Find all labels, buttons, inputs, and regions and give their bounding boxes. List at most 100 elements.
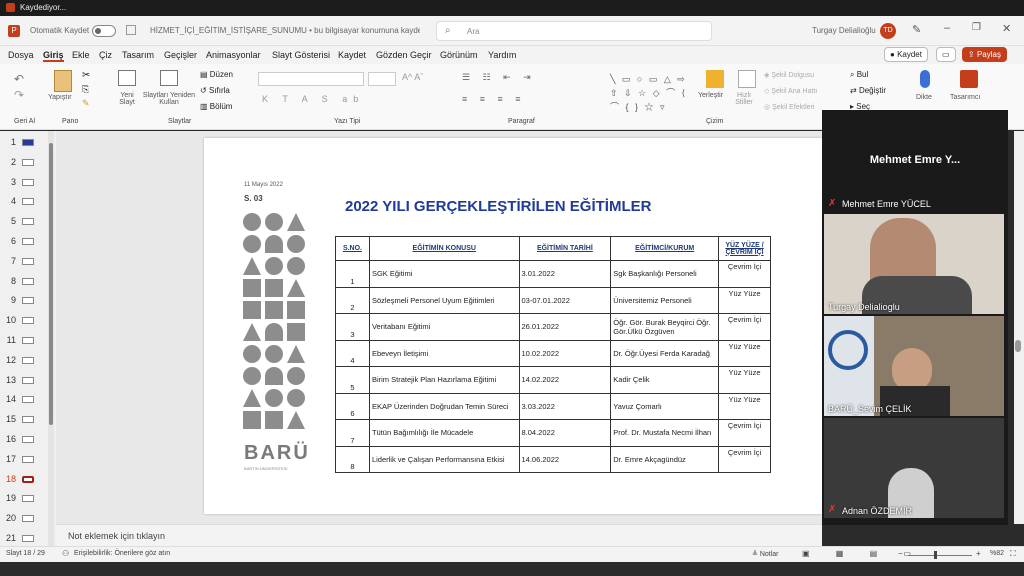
- quick-styles-icon[interactable]: [738, 70, 756, 88]
- font-format-icons[interactable]: K T A S ab: [262, 94, 364, 104]
- slide-number[interactable]: 19: [2, 493, 16, 503]
- search-box[interactable]: ⌕ Ara: [436, 21, 712, 41]
- dictate-label[interactable]: Dikte: [916, 94, 932, 101]
- thumbnail-scrollbar-thumb[interactable]: [49, 143, 53, 425]
- slide-thumbnail[interactable]: [22, 436, 34, 443]
- zoom-slider[interactable]: [908, 555, 972, 556]
- slide-number[interactable]: 12: [2, 355, 16, 365]
- slide-number[interactable]: 17: [2, 454, 16, 464]
- reuse-slides-label[interactable]: Slaytları Yeniden Kullan: [142, 92, 196, 106]
- font-size-field[interactable]: [368, 72, 396, 86]
- autosave-toggle[interactable]: [92, 25, 116, 37]
- menu-animasyonlar[interactable]: Animasyonlar: [206, 50, 261, 60]
- slide-number[interactable]: 21: [2, 533, 16, 543]
- layout-button[interactable]: ▤ Düzen: [200, 70, 233, 79]
- redo-icon[interactable]: ↷: [14, 88, 24, 102]
- accessibility-icon[interactable]: ⚇: [62, 549, 69, 558]
- user-name[interactable]: Turgay Delialioğlu: [812, 26, 876, 35]
- align-icons[interactable]: ≡ ≡ ≡ ≡: [462, 94, 526, 104]
- slide-number[interactable]: 9: [2, 295, 16, 305]
- slide-number[interactable]: 20: [2, 513, 16, 523]
- slide-number[interactable]: 15: [2, 414, 16, 424]
- slide-number[interactable]: 11: [2, 335, 16, 345]
- font-name-field[interactable]: [258, 72, 364, 86]
- menu-ekle[interactable]: Ekle: [72, 50, 90, 60]
- paste-label[interactable]: Yapıştır: [48, 94, 72, 101]
- slide-number[interactable]: 3: [2, 177, 16, 187]
- fit-slide-icon[interactable]: ⛶: [1010, 549, 1016, 559]
- slide-number[interactable]: 2: [2, 157, 16, 167]
- slide-thumbnail[interactable]: [22, 495, 34, 503]
- designer-label[interactable]: Tasarımcı: [950, 94, 980, 101]
- replace-button[interactable]: ⇄ Değiştir: [850, 86, 886, 95]
- undo-icon[interactable]: ↶: [14, 72, 24, 86]
- slide-number[interactable]: 5: [2, 216, 16, 226]
- arrange-icon[interactable]: [706, 70, 724, 88]
- slide-number[interactable]: 4: [2, 196, 16, 206]
- participant-tile-turgay[interactable]: Turgay Delialioglu: [824, 214, 1004, 314]
- slide-thumbnail[interactable]: [22, 277, 34, 285]
- accessibility-status[interactable]: Erişilebilirlik: Önerilere göz atın: [74, 550, 170, 557]
- find-button[interactable]: ⌕ Bul: [850, 70, 868, 80]
- menu-gecisler[interactable]: Geçişler: [164, 50, 197, 60]
- slide-thumbnail[interactable]: [22, 376, 34, 384]
- slide-number[interactable]: 10: [2, 315, 16, 325]
- slide-thumbnail[interactable]: [22, 257, 34, 265]
- clipboard-icon[interactable]: [54, 70, 72, 92]
- slide-thumbnail[interactable]: [22, 317, 34, 325]
- slide-thumbnail[interactable]: [22, 475, 34, 483]
- slide-thumbnail[interactable]: [22, 515, 34, 523]
- menu-tasarim[interactable]: Tasarım: [122, 50, 154, 60]
- slide-thumbnail[interactable]: [22, 238, 34, 245]
- slide-number[interactable]: 1: [2, 137, 16, 147]
- cut-icon[interactable]: ✂: [82, 70, 90, 81]
- menu-slayt-gosterisi[interactable]: Slayt Gösterisi: [272, 50, 330, 60]
- slide-number[interactable]: 18: [2, 474, 16, 484]
- close-icon[interactable]: ✕: [1002, 22, 1011, 35]
- menu-dosya[interactable]: Dosya: [8, 50, 34, 60]
- list-icons[interactable]: ☰ ☷ ⇤ ⇥: [462, 72, 536, 83]
- file-name[interactable]: HİZMET_İÇİ_EĞİTİM_İSTİŞARE_SUNUMU • bu b…: [150, 26, 420, 35]
- slide-thumbnail[interactable]: [22, 139, 34, 146]
- slide-thumbnail[interactable]: [22, 535, 34, 542]
- arrange-label[interactable]: Yerleştir: [698, 92, 723, 99]
- zoom-level[interactable]: %82: [990, 550, 1004, 557]
- shape-effects-button[interactable]: ◎ Şekil Efektleri: [764, 103, 814, 111]
- format-painter-icon[interactable]: ✎: [82, 98, 90, 109]
- slide-thumbnail[interactable]: [22, 297, 34, 305]
- slide-thumbnail[interactable]: [22, 356, 34, 364]
- notes-placeholder[interactable]: Not eklemek için tıklayın: [68, 531, 165, 541]
- slide-thumbnail[interactable]: [22, 178, 34, 186]
- slide-number[interactable]: 8: [2, 276, 16, 286]
- slide-thumbnail[interactable]: [22, 198, 34, 206]
- slide-number[interactable]: 6: [2, 236, 16, 246]
- comments-button[interactable]: ▭: [936, 47, 956, 62]
- shape-fill-button[interactable]: ◈ Şekil Dolgusu: [764, 71, 814, 79]
- scrollbar-thumb[interactable]: [1015, 340, 1021, 352]
- slide-thumbnail[interactable]: [22, 218, 34, 226]
- slide-number[interactable]: 13: [2, 375, 16, 385]
- copy-icon[interactable]: ⎘: [82, 84, 89, 95]
- slide-thumbnail[interactable]: [22, 158, 34, 166]
- zoom-slider-thumb[interactable]: [934, 551, 937, 559]
- slide-thumbnail[interactable]: [22, 455, 34, 463]
- menu-yardim[interactable]: Yardım: [488, 50, 516, 60]
- slide-number[interactable]: 7: [2, 256, 16, 266]
- menu-gozden-gecir[interactable]: Gözden Geçir: [376, 50, 432, 60]
- zoom-out-icon[interactable]: −: [898, 549, 903, 558]
- font-grow-icon[interactable]: A^ Aˇ: [402, 72, 423, 82]
- slide-thumbnail[interactable]: [22, 416, 34, 424]
- notes-button[interactable]: ≜ Notlar: [752, 550, 779, 558]
- menu-kaydet[interactable]: Kaydet: [338, 50, 366, 60]
- designer-icon[interactable]: [960, 70, 978, 88]
- save-button[interactable]: ● Kaydet: [884, 47, 928, 62]
- share-button[interactable]: ⇪ Paylaş: [962, 47, 1007, 62]
- slide[interactable]: 11 Mayıs 2022 S. 03 BARÜ BARTIN ÜNİVERSİ…: [204, 138, 822, 514]
- slide-thumbnail[interactable]: [22, 396, 34, 404]
- zoom-in-icon[interactable]: +: [976, 549, 981, 558]
- shape-outline-button[interactable]: ◇ Şekil Ana Hattı: [764, 87, 817, 95]
- participant-tile-adnan[interactable]: ✗ Adnan ÖZDEMİR: [824, 418, 1004, 518]
- slide-number[interactable]: 14: [2, 394, 16, 404]
- microphone-icon[interactable]: [920, 70, 930, 88]
- reuse-slides-icon[interactable]: [160, 70, 178, 86]
